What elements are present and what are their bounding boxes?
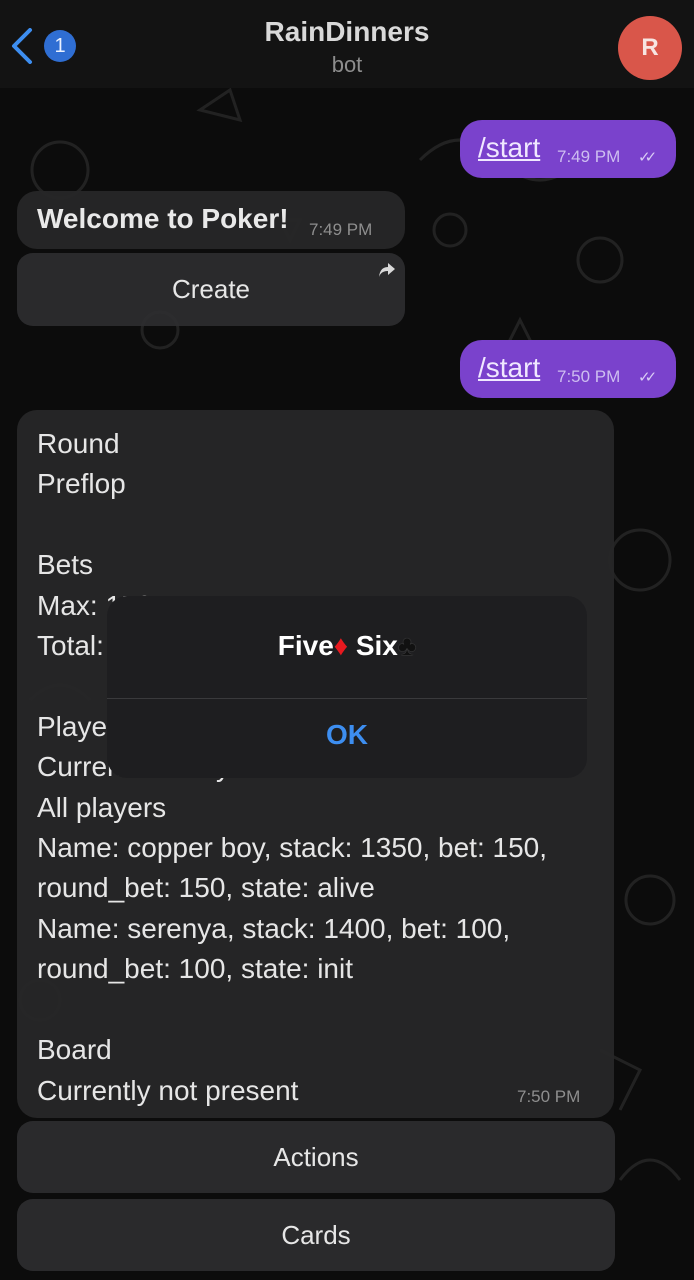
chat-title[interactable]: RainDinners	[0, 16, 694, 48]
chat-subtitle: bot	[331, 52, 363, 77]
share-arrow-icon	[379, 263, 395, 277]
club-suit-icon: ♣	[397, 630, 417, 661]
diamond-suit-icon: ♦	[333, 630, 349, 661]
ok-button[interactable]: OK	[107, 699, 587, 778]
create-button[interactable]: Create	[17, 253, 405, 326]
outgoing-message: /start 7:50 PM ✓✓	[460, 340, 676, 398]
incoming-message: Welcome to Poker! 7:49 PM	[17, 191, 405, 249]
message-time: 7:50 PM	[517, 1087, 581, 1106]
cards-alert-dialog: Five♦ Six♣ OK	[107, 596, 587, 778]
message-time: 7:49 PM	[557, 147, 621, 166]
create-button-label: Create	[171, 274, 251, 304]
command-link[interactable]: /start	[478, 132, 540, 164]
message-time: 7:49 PM	[309, 220, 373, 239]
alert-message: Five♦ Six♣	[107, 630, 587, 662]
command-link[interactable]: /start	[478, 352, 540, 384]
card-1-rank: Five	[277, 630, 334, 661]
chat-header: 1 RainDinners bot R	[0, 0, 694, 88]
message-text: Welcome to Poker!	[37, 203, 289, 234]
outgoing-message: /start 7:49 PM ✓✓	[460, 120, 676, 178]
avatar[interactable]: R	[618, 16, 682, 80]
read-ticks-icon: ✓✓	[638, 369, 657, 386]
actions-button-label: Actions	[273, 1142, 359, 1172]
read-ticks-icon: ✓✓	[638, 149, 657, 166]
message-time: 7:50 PM	[557, 367, 621, 386]
actions-button[interactable]: Actions	[17, 1121, 615, 1193]
cards-button-label: Cards	[281, 1220, 351, 1250]
card-2-rank: Six	[355, 630, 398, 661]
cards-button[interactable]: Cards	[17, 1199, 615, 1271]
